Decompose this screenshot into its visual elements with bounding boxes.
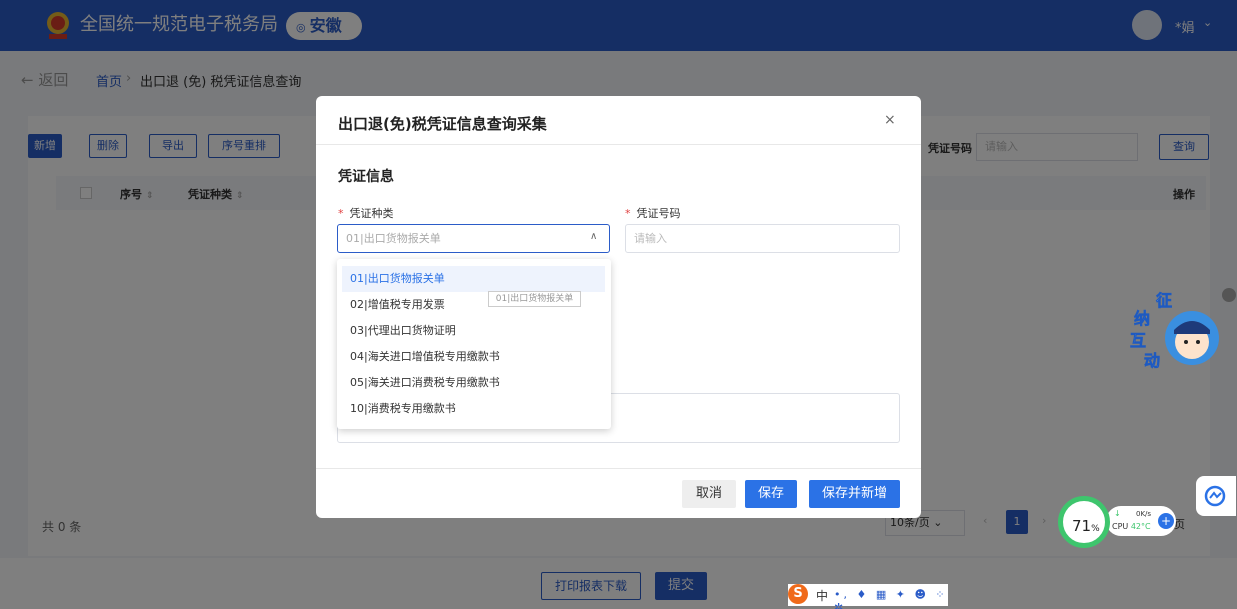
voucher-type-dropdown: 01|出口货物报关单 02|增值税专用发票 03|代理出口货物证明 04|海关进… xyxy=(337,259,611,429)
voucher-number-field-label: * 凭证号码 xyxy=(625,205,681,221)
cpu-percent: 71% xyxy=(1072,517,1100,535)
interaction-mascot-icon[interactable]: 征 纳 互 动 xyxy=(1130,290,1220,376)
divider xyxy=(316,468,921,469)
system-monitor-widget[interactable]: ↓ 0K/s CPU 42°C + 71% xyxy=(1058,496,1176,548)
cpu-temp: 42°C xyxy=(1130,522,1151,531)
cpu-temp-label: CPU 42°C xyxy=(1112,522,1151,531)
ime-tool-icons[interactable]: •, ♦ ▦ ✦ ☻ ⁘ ✲ xyxy=(834,588,948,609)
plus-icon[interactable]: + xyxy=(1158,513,1174,529)
net-speed: 0K/s xyxy=(1136,510,1152,518)
download-arrow-icon: ↓ xyxy=(1114,509,1121,518)
dropdown-option[interactable]: 10|消费税专用缴款书 xyxy=(342,396,605,422)
mascot-char: 纳 xyxy=(1134,309,1150,328)
section-title: 凭证信息 xyxy=(338,169,394,185)
dropdown-option[interactable]: 05|海关进口消费税专用缴款书 xyxy=(342,370,605,396)
required-mark: * xyxy=(625,207,631,220)
ime-logo-icon[interactable]: S xyxy=(788,584,808,604)
mascot-char: 动 xyxy=(1144,351,1160,370)
ime-mode-toggle[interactable]: 中 xyxy=(816,587,828,604)
mascot-char: 互 xyxy=(1130,331,1146,350)
ime-toolbar[interactable]: S 中 •, ♦ ▦ ✦ ☻ ⁘ ✲ xyxy=(788,584,948,609)
voucher-type-label-text: 凭证种类 xyxy=(349,207,394,220)
cancel-button[interactable]: 取消 xyxy=(682,480,736,508)
cpu-percent-value: 71 xyxy=(1072,517,1092,535)
chevron-up-icon[interactable]: ∧ xyxy=(590,231,597,242)
cpu-usage-ring: 71% xyxy=(1058,496,1110,548)
dialog-title: 出口退(免)税凭证信息查询采集 xyxy=(338,115,547,133)
cpu-pill: ↓ 0K/s CPU 42°C + xyxy=(1106,506,1176,536)
service-swirl-icon xyxy=(1204,485,1226,507)
divider xyxy=(316,144,921,145)
dropdown-option[interactable]: 03|代理出口货物证明 xyxy=(342,318,605,344)
collapse-icon[interactable] xyxy=(1222,288,1236,302)
dropdown-option[interactable]: 01|出口货物报关单 xyxy=(342,266,605,292)
save-and-new-button[interactable]: 保存并新增 xyxy=(809,480,900,508)
float-service-button[interactable] xyxy=(1196,476,1236,516)
voucher-type-label: * 凭证种类 xyxy=(338,205,394,221)
required-mark: * xyxy=(338,207,344,220)
cpu-label: CPU xyxy=(1112,522,1129,531)
voucher-number-input[interactable]: 请输入 xyxy=(625,224,900,253)
voucher-number-label-text: 凭证号码 xyxy=(636,207,681,220)
voucher-type-select[interactable]: 01|出口货物报关单 xyxy=(337,224,610,253)
dropdown-option[interactable]: 04|海关进口增值税专用缴款书 xyxy=(342,344,605,370)
option-tooltip: 01|出口货物报关单 xyxy=(488,291,581,307)
save-button[interactable]: 保存 xyxy=(745,480,797,508)
cpu-percent-unit: % xyxy=(1091,524,1100,534)
mascot-char: 征 xyxy=(1156,291,1172,310)
close-icon[interactable]: × xyxy=(884,112,896,128)
